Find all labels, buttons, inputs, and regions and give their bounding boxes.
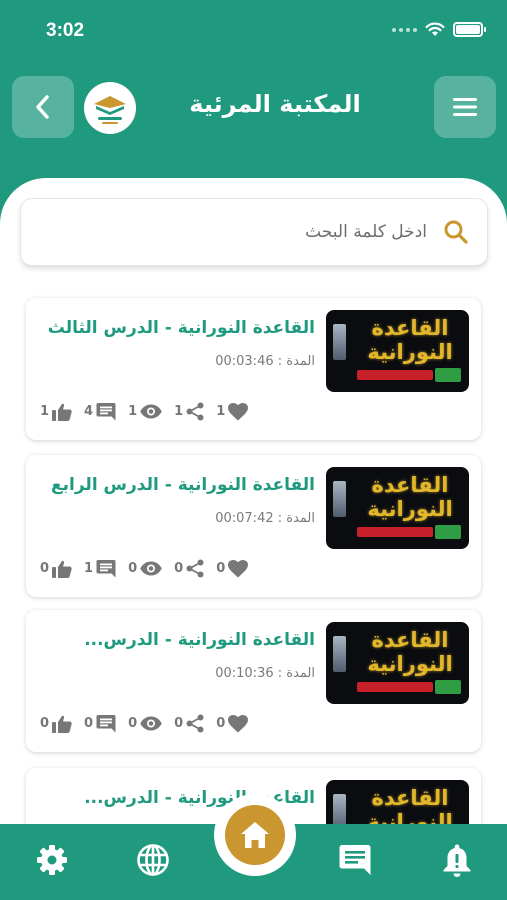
thumbnail-text: القاعدة النورانية	[367, 316, 453, 364]
views-count: 0	[128, 716, 138, 731]
video-thumbnail[interactable]: القاعدة النورانية	[326, 780, 469, 830]
comment-stat[interactable]: 0	[84, 714, 116, 733]
views-count: 0	[128, 561, 138, 576]
video-duration: المدة : 00:03:46	[215, 354, 315, 369]
bottom-nav	[0, 794, 507, 900]
share-count: 0	[174, 716, 184, 731]
home-button[interactable]	[225, 805, 285, 865]
eye-icon	[140, 716, 162, 731]
favorite-stat[interactable]: 0	[216, 714, 249, 733]
globe-icon	[137, 844, 169, 876]
home-icon	[241, 822, 269, 848]
settings-icon	[37, 845, 67, 875]
favorite-count: 0	[216, 561, 226, 576]
duration-label: المدة :	[277, 666, 315, 681]
share-count: 0	[174, 561, 184, 576]
video-duration: المدة : 00:07:42	[215, 511, 315, 526]
favorite-stat[interactable]: 0	[216, 559, 249, 578]
signal-icon	[392, 27, 417, 32]
comment-stat[interactable]: 4	[84, 402, 116, 421]
video-stats: 0 1 0 0 0	[40, 559, 260, 578]
like-count: 0	[40, 561, 50, 576]
video-title[interactable]: القاعدة النورانية - الدرس الثالث	[35, 318, 315, 338]
search-bar	[20, 198, 488, 266]
thumbnail-text: القاعدة النورانية	[367, 473, 453, 521]
duration-value: 00:07:42	[215, 511, 274, 526]
favorite-stat[interactable]: 1	[216, 402, 249, 421]
comment-icon	[96, 560, 116, 578]
duration-value: 00:03:46	[215, 354, 274, 369]
like-stat[interactable]: 1	[40, 403, 72, 421]
status-time: 3:02	[46, 20, 85, 41]
menu-button[interactable]	[434, 76, 496, 138]
heart-icon	[228, 714, 249, 732]
share-icon	[186, 402, 204, 421]
comment-stat[interactable]: 1	[84, 559, 116, 578]
thumbs-up-icon	[52, 715, 72, 733]
share-stat[interactable]: 0	[174, 714, 204, 733]
heart-icon	[228, 402, 249, 420]
duration-label: المدة :	[277, 511, 315, 526]
video-thumbnail[interactable]: القاعدة النورانية	[326, 622, 469, 704]
comment-count: 1	[84, 561, 94, 576]
video-title[interactable]: القاعدة النورانية - الدرس الرابع	[35, 475, 315, 495]
video-card[interactable]: القاعدة النورانية القاعدة النورانية - ال…	[26, 298, 481, 440]
wifi-icon	[425, 22, 445, 36]
share-stat[interactable]: 0	[174, 559, 204, 578]
settings-nav[interactable]	[32, 840, 72, 880]
favorite-count: 1	[216, 404, 226, 419]
video-stats: 0 0 0 0 0	[40, 714, 260, 733]
like-count: 0	[40, 716, 50, 731]
app-header: المكتبة المرئية	[0, 76, 507, 138]
video-title[interactable]: القاعدة النورانية - الدرس...	[35, 630, 315, 650]
video-card[interactable]: القاعدة النورانية القاعدة النورانية - ال…	[26, 610, 481, 752]
logo-emblem	[94, 96, 126, 124]
share-icon	[186, 714, 204, 733]
thumbnail-text: القاعدة النورانية	[367, 628, 453, 676]
chat-icon	[339, 845, 371, 875]
comment-count: 4	[84, 404, 94, 419]
like-stat[interactable]: 0	[40, 715, 72, 733]
thumbs-up-icon	[52, 560, 72, 578]
comment-count: 0	[84, 716, 94, 731]
comment-icon	[96, 403, 116, 421]
duration-value: 00:10:36	[215, 666, 274, 681]
duration-label: المدة :	[277, 354, 315, 369]
video-stats: 1 4 1 1 1	[40, 402, 260, 421]
comment-icon	[96, 715, 116, 733]
content-sheet: القاعدة النورانية القاعدة النورانية - ال…	[0, 178, 507, 830]
notification-icon	[443, 844, 471, 877]
status-bar: 3:02	[0, 0, 507, 64]
chevron-left-icon	[36, 95, 49, 119]
heart-icon	[228, 559, 249, 577]
eye-icon	[140, 404, 162, 419]
eye-icon	[140, 561, 162, 576]
hamburger-icon	[453, 98, 477, 116]
search-input[interactable]	[67, 199, 427, 265]
favorite-count: 0	[216, 716, 226, 731]
video-duration: المدة : 00:10:36	[215, 666, 315, 681]
language-nav[interactable]	[133, 840, 173, 880]
back-button[interactable]	[12, 76, 74, 138]
battery-icon	[453, 22, 486, 37]
app-logo	[84, 82, 136, 134]
views-stat: 0	[128, 561, 162, 576]
video-thumbnail[interactable]: القاعدة النورانية	[326, 310, 469, 392]
share-count: 1	[174, 404, 184, 419]
like-count: 1	[40, 404, 50, 419]
notifications-nav[interactable]	[437, 840, 477, 880]
share-icon	[186, 559, 204, 578]
share-stat[interactable]: 1	[174, 402, 204, 421]
page-title: المكتبة المرئية	[189, 90, 361, 118]
views-stat: 1	[128, 404, 162, 419]
views-stat: 0	[128, 716, 162, 731]
search-icon[interactable]	[443, 219, 469, 245]
video-thumbnail[interactable]: القاعدة النورانية	[326, 467, 469, 549]
messages-nav[interactable]	[335, 840, 375, 880]
video-card[interactable]: القاعدة النورانية القاعدة النورانية - ال…	[26, 455, 481, 597]
status-icons	[392, 22, 486, 37]
thumbs-up-icon	[52, 403, 72, 421]
views-count: 1	[128, 404, 138, 419]
like-stat[interactable]: 0	[40, 560, 72, 578]
